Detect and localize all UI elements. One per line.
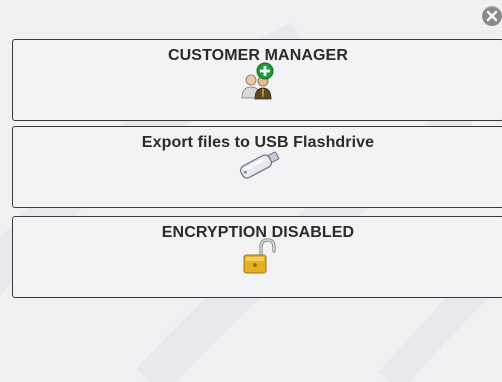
close-button[interactable]: [482, 6, 502, 26]
menu-dialog: CUSTOMER MANAGER Export files to USB Fla…: [0, 0, 502, 382]
customer-manager-button[interactable]: CUSTOMER MANAGER: [12, 39, 502, 121]
encryption-toggle-button[interactable]: ENCRYPTION DISABLED: [12, 216, 502, 298]
close-icon: [486, 10, 498, 22]
customer-manager-icon: [241, 62, 274, 100]
usb-flashdrive-icon: [239, 151, 280, 179]
unlocked-padlock-icon: [243, 238, 276, 274]
export-usb-button[interactable]: Export files to USB Flashdrive: [12, 126, 502, 208]
